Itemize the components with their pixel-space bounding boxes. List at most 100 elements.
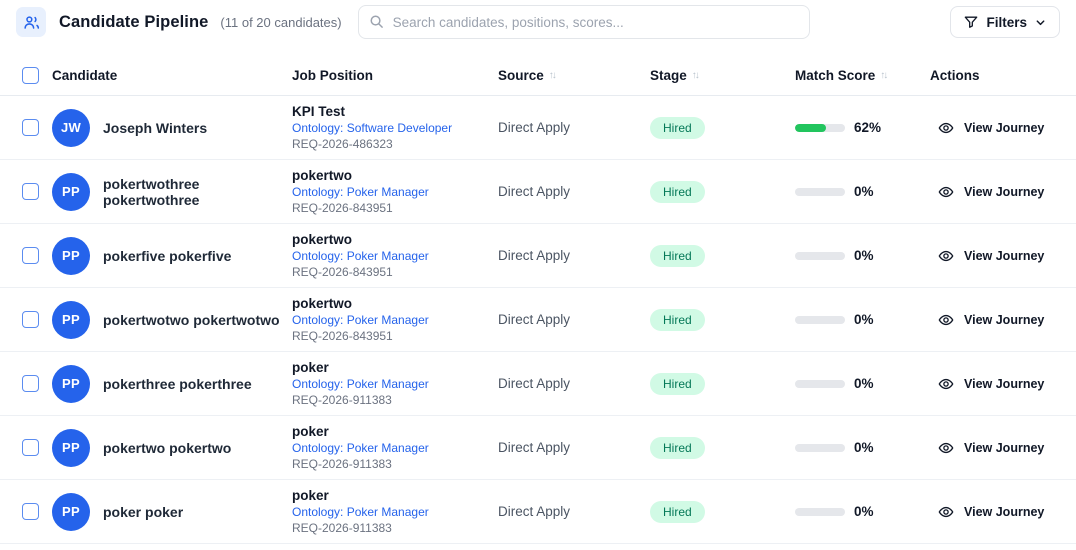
table-header: Candidate Job Position Source ↑↓ Stage ↑…	[0, 56, 1076, 96]
filters-button[interactable]: Filters	[950, 6, 1060, 38]
candidate-name: pokertwotwo pokertwotwo	[103, 312, 280, 328]
view-journey-label: View Journey	[964, 121, 1044, 135]
source-label: Direct Apply	[498, 248, 650, 263]
eye-icon	[938, 120, 954, 136]
view-journey-label: View Journey	[964, 249, 1044, 263]
ontology-link[interactable]: Ontology: Poker Manager	[292, 377, 498, 391]
column-header-source[interactable]: Source ↑↓	[498, 68, 650, 83]
table-body: JW Joseph Winters KPI Test Ontology: Sof…	[0, 96, 1076, 544]
job-title: pokertwo	[292, 168, 498, 183]
candidate-name: pokerfive pokerfive	[103, 248, 231, 264]
stage-badge: Hired	[650, 309, 705, 331]
chevron-down-icon	[1035, 17, 1046, 28]
ontology-link[interactable]: Ontology: Poker Manager	[292, 249, 498, 263]
avatar: PP	[52, 429, 90, 467]
match-score-value: 0%	[854, 376, 874, 391]
source-label: Direct Apply	[498, 312, 650, 327]
pipeline-icon-box	[16, 7, 46, 37]
match-score-value: 0%	[854, 504, 874, 519]
match-progress-track	[795, 316, 845, 324]
view-journey-label: View Journey	[964, 441, 1044, 455]
table-row: PP pokerthree pokerthree poker Ontology:…	[0, 352, 1076, 416]
avatar: PP	[52, 237, 90, 275]
candidate-name: pokertwo pokertwo	[103, 440, 231, 456]
eye-icon	[938, 376, 954, 392]
row-checkbox[interactable]	[22, 311, 39, 328]
avatar: PP	[52, 173, 90, 211]
search-icon	[369, 14, 384, 29]
requisition-id: REQ-2026-911383	[292, 521, 498, 535]
column-header-candidate[interactable]: Candidate	[52, 68, 292, 83]
match-score-value: 0%	[854, 184, 874, 199]
ontology-link[interactable]: Ontology: Poker Manager	[292, 441, 498, 455]
view-journey-button[interactable]: View Journey	[938, 504, 1044, 520]
users-icon	[23, 14, 40, 31]
search-input[interactable]	[358, 5, 810, 39]
table-row: JW Joseph Winters KPI Test Ontology: Sof…	[0, 96, 1076, 160]
match-progress-track	[795, 508, 845, 516]
avatar: PP	[52, 365, 90, 403]
avatar: PP	[52, 493, 90, 531]
view-journey-button[interactable]: View Journey	[938, 120, 1044, 136]
view-journey-button[interactable]: View Journey	[938, 312, 1044, 328]
sort-icon[interactable]: ↑↓	[692, 70, 700, 81]
view-journey-label: View Journey	[964, 313, 1044, 327]
view-journey-button[interactable]: View Journey	[938, 248, 1044, 264]
view-journey-label: View Journey	[964, 505, 1044, 519]
column-header-job-position[interactable]: Job Position	[292, 68, 498, 83]
source-label: Direct Apply	[498, 120, 650, 135]
filters-label: Filters	[986, 15, 1027, 30]
sort-icon[interactable]: ↑↓	[549, 70, 557, 81]
table-row: PP pokerfive pokerfive pokertwo Ontology…	[0, 224, 1076, 288]
job-title: poker	[292, 488, 498, 503]
page-title: Candidate Pipeline	[59, 13, 208, 32]
requisition-id: REQ-2026-911383	[292, 457, 498, 471]
ontology-link[interactable]: Ontology: Poker Manager	[292, 505, 498, 519]
candidate-name: poker poker	[103, 504, 183, 520]
requisition-id: REQ-2026-843951	[292, 201, 498, 215]
top-bar: Candidate Pipeline (11 of 20 candidates)…	[0, 0, 1076, 44]
match-progress-track	[795, 252, 845, 260]
row-checkbox[interactable]	[22, 183, 39, 200]
stage-badge: Hired	[650, 437, 705, 459]
select-all-checkbox[interactable]	[22, 67, 39, 84]
eye-icon	[938, 440, 954, 456]
row-checkbox[interactable]	[22, 503, 39, 520]
stage-badge: Hired	[650, 181, 705, 203]
column-header-stage[interactable]: Stage ↑↓	[650, 68, 795, 83]
column-header-actions: Actions	[930, 68, 1076, 83]
sort-icon[interactable]: ↑↓	[880, 70, 888, 81]
column-header-match-score[interactable]: Match Score ↑↓	[795, 68, 930, 83]
table-row: PP poker poker poker Ontology: Poker Man…	[0, 480, 1076, 544]
ontology-link[interactable]: Ontology: Poker Manager	[292, 313, 498, 327]
row-checkbox[interactable]	[22, 375, 39, 392]
view-journey-label: View Journey	[964, 185, 1044, 199]
match-progress-track	[795, 444, 845, 452]
ontology-link[interactable]: Ontology: Software Developer	[292, 121, 498, 135]
source-label: Direct Apply	[498, 440, 650, 455]
job-title: poker	[292, 360, 498, 375]
match-score-value: 0%	[854, 312, 874, 327]
stage-badge: Hired	[650, 245, 705, 267]
table-row: PP pokertwotwo pokertwotwo pokertwo Onto…	[0, 288, 1076, 352]
table-row: PP pokertwothree pokertwothree pokertwo …	[0, 160, 1076, 224]
view-journey-button[interactable]: View Journey	[938, 440, 1044, 456]
view-journey-label: View Journey	[964, 377, 1044, 391]
eye-icon	[938, 248, 954, 264]
source-label: Direct Apply	[498, 184, 650, 199]
search-container	[358, 5, 810, 39]
view-journey-button[interactable]: View Journey	[938, 376, 1044, 392]
requisition-id: REQ-2026-843951	[292, 265, 498, 279]
match-progress-fill	[795, 124, 826, 132]
row-checkbox[interactable]	[22, 247, 39, 264]
job-title: KPI Test	[292, 104, 498, 119]
job-title: poker	[292, 424, 498, 439]
stage-badge: Hired	[650, 373, 705, 395]
row-checkbox[interactable]	[22, 119, 39, 136]
ontology-link[interactable]: Ontology: Poker Manager	[292, 185, 498, 199]
stage-badge: Hired	[650, 117, 705, 139]
row-checkbox[interactable]	[22, 439, 39, 456]
view-journey-button[interactable]: View Journey	[938, 184, 1044, 200]
requisition-id: REQ-2026-911383	[292, 393, 498, 407]
eye-icon	[938, 312, 954, 328]
